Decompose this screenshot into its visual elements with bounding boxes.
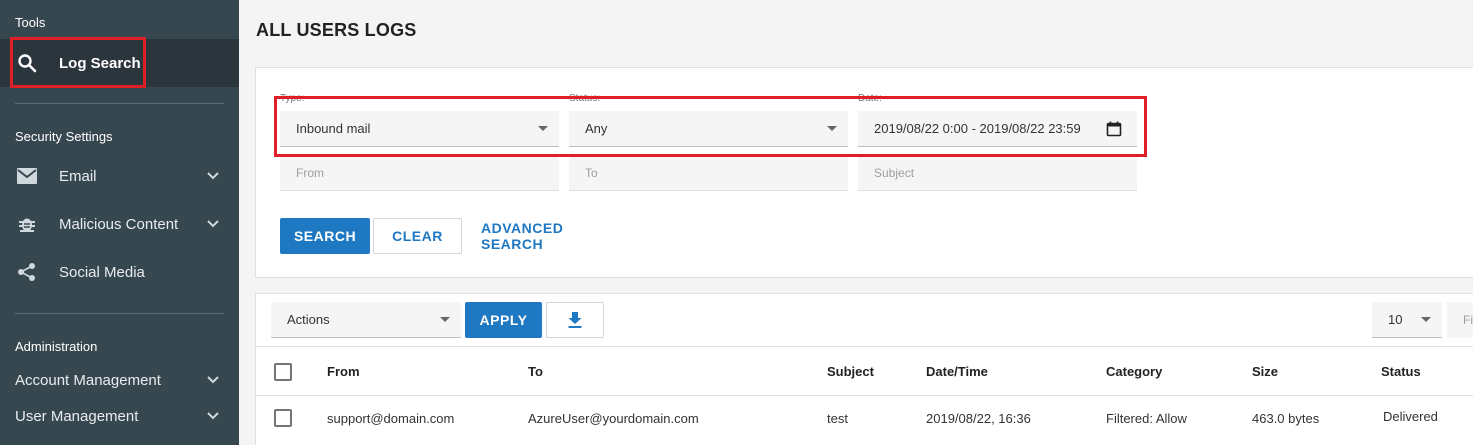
caret-down-icon [440,317,450,322]
actions-select[interactable]: Actions [271,302,461,338]
highlight-box-filters [274,96,1147,157]
row-divider [256,395,1473,396]
logs-table-panel: Actions APPLY 10 Fi From To Subject Date… [255,293,1473,445]
column-header-datetime[interactable]: Date/Time [926,364,988,379]
cell-from: support@domain.com [327,411,455,426]
to-input[interactable]: To [569,155,848,191]
sidebar-heading-security: Security Settings [15,129,113,144]
column-header-size[interactable]: Size [1252,364,1278,379]
chevron-down-icon [207,220,219,228]
row-checkbox[interactable] [274,409,292,427]
sidebar-item-email[interactable]: Email [0,152,239,200]
subject-input[interactable]: Subject [858,155,1137,191]
cell-category: Filtered: Allow [1106,411,1187,426]
sidebar-divider [15,313,224,314]
advanced-search-link[interactable]: ADVANCED SEARCH [481,218,618,254]
actions-select-value: Actions [287,312,330,327]
download-icon [568,312,582,328]
sidebar-heading-administration: Administration [15,339,98,354]
apply-button[interactable]: APPLY [465,302,542,338]
select-all-checkbox[interactable] [274,363,292,381]
page-size-select[interactable]: 10 [1372,302,1442,338]
mail-icon [16,165,38,187]
search-button[interactable]: SEARCH [280,218,370,254]
share-icon [16,261,38,283]
from-input[interactable]: From [280,155,559,191]
sidebar-item-label: User Management [15,407,139,425]
column-header-from[interactable]: From [327,364,360,379]
sidebar-heading-tools: Tools [15,15,46,30]
cell-status: Delivered [1383,409,1438,424]
column-header-subject[interactable]: Subject [827,364,874,379]
cell-to: AzureUser@yourdomain.com [528,411,699,426]
sidebar-item-social-media[interactable]: Social Media [0,248,239,296]
chevron-down-icon [207,376,219,384]
column-header-category[interactable]: Category [1106,364,1162,379]
cell-size: 463.0 bytes [1252,411,1320,426]
chevron-down-icon [207,412,219,420]
sidebar-item-label: Email [59,167,97,185]
table-filter-input[interactable]: Fi [1447,302,1473,338]
chevron-down-icon [207,172,219,180]
sidebar-item-user-management[interactable]: User Management [15,401,230,431]
page-size-value: 10 [1388,312,1403,327]
highlight-box-log-search [10,37,146,88]
sidebar-item-label: Malicious Content [59,215,179,233]
download-button[interactable] [546,302,604,338]
sidebar-item-malicious-content[interactable]: Malicious Content [0,200,239,248]
sidebar-divider [15,103,224,104]
column-header-status[interactable]: Status [1381,364,1421,379]
row-divider [256,346,1473,347]
page-title: ALL USERS LOGS [256,20,417,40]
clear-button[interactable]: CLEAR [373,218,462,254]
cell-subject: test [827,411,848,426]
bug-icon [16,213,38,235]
caret-down-icon [1421,317,1431,322]
sidebar-item-account-management[interactable]: Account Management [15,365,230,395]
column-header-to[interactable]: To [528,364,543,379]
sidebar-item-label: Social Media [59,263,145,281]
cell-datetime: 2019/08/22, 16:36 [926,411,1031,426]
sidebar-item-label: Account Management [15,371,161,389]
